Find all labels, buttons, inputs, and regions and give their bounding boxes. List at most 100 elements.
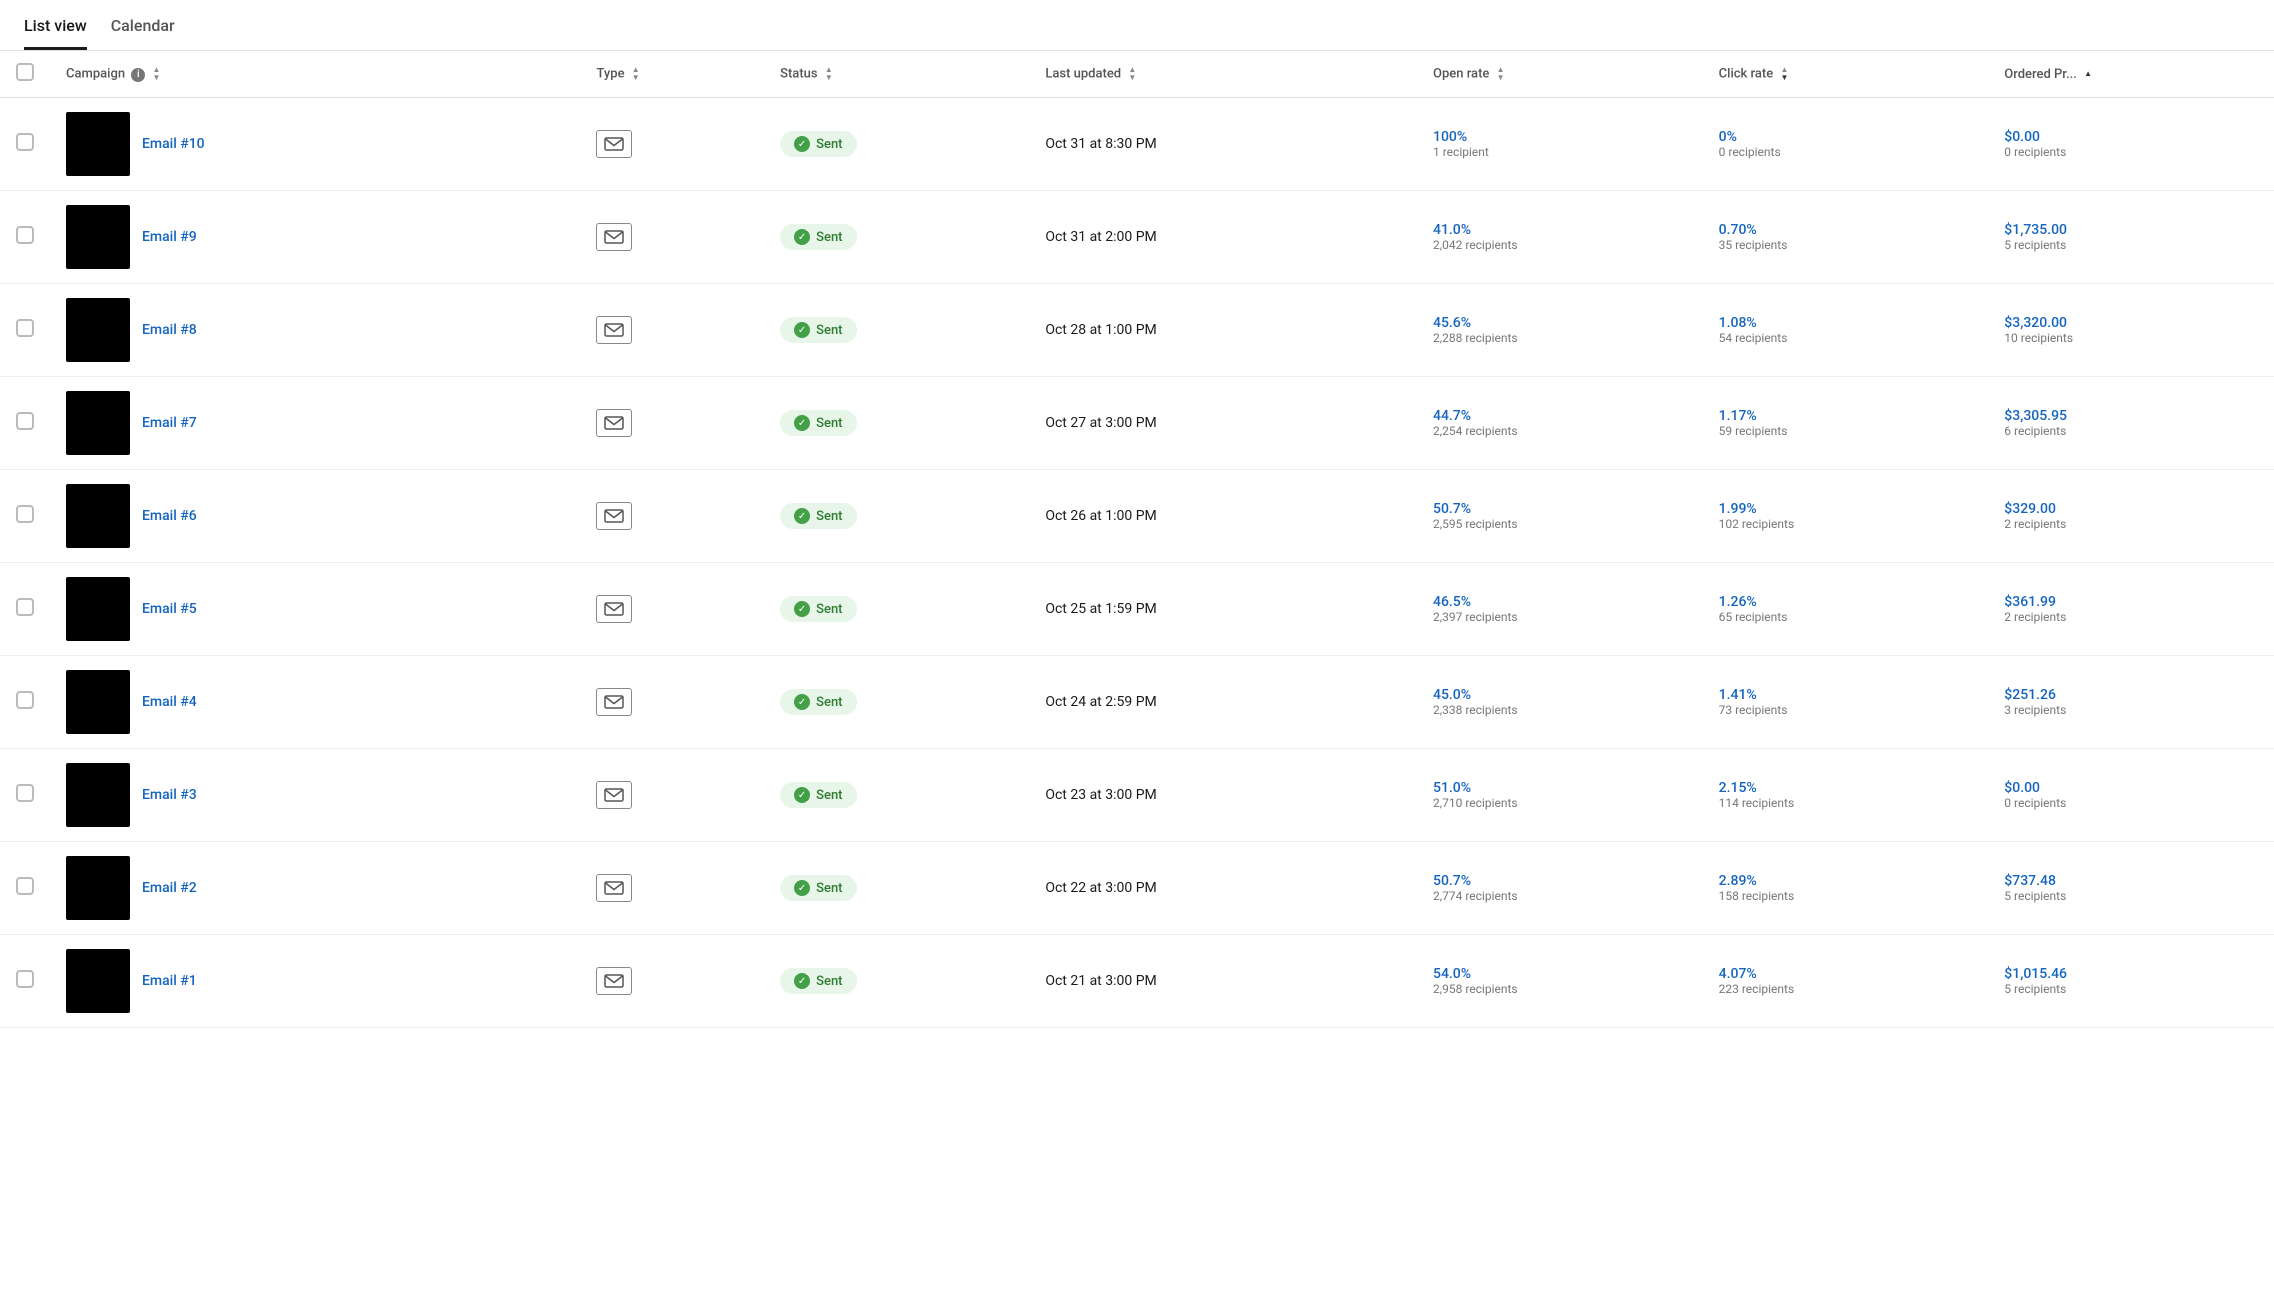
last-updated-cell-7: Oct 23 at 3:00 PM [1029,749,1417,842]
row-checkbox-5[interactable] [16,598,34,616]
campaign-info-icon[interactable]: i [131,68,145,82]
row-checkbox-7[interactable] [16,784,34,802]
click-rate-cell-8: 2.89% 158 recipients [1703,842,1989,935]
campaign-name-5[interactable]: Email #5 [142,601,197,617]
open-rate-sub-4: 2,595 recipients [1433,517,1687,531]
status-col-label: Status [780,66,817,81]
type-cell-1 [580,191,764,284]
campaign-cell-5: Email #5 [50,563,580,656]
campaign-col-header: Campaign i ▲▼ [50,51,580,98]
campaign-name-9[interactable]: Email #1 [142,973,197,989]
campaign-thumbnail-9 [66,949,130,1013]
campaign-name-2[interactable]: Email #8 [142,322,197,338]
tab-list-view[interactable]: List view [24,16,87,50]
last-updated-cell-1: Oct 31 at 2:00 PM [1029,191,1417,284]
campaigns-table-wrapper: Campaign i ▲▼ Type ▲▼ Status ▲▼ [0,51,2274,1028]
status-check-icon-6: ✓ [794,694,810,710]
campaign-cell-4: Email #6 [50,470,580,563]
select-all-header[interactable] [0,51,50,98]
last-updated-cell-8: Oct 22 at 3:00 PM [1029,842,1417,935]
ordered-value-5: $361.99 [2004,594,2258,610]
ordered-sub-7: 0 recipients [2004,796,2258,810]
row-checkbox-1[interactable] [16,226,34,244]
status-cell-5: ✓ Sent [764,563,1029,656]
table-row: Email #7 ✓ Sent Oct 27 at 3:00 PM 44.7% … [0,377,2274,470]
click-rate-cell-6: 1.41% 73 recipients [1703,656,1989,749]
row-checkbox-6[interactable] [16,691,34,709]
click-rate-pct-5: 1.26% [1719,594,1973,610]
row-checkbox-0[interactable] [16,133,34,151]
ordered-sub-1: 5 recipients [2004,238,2258,252]
ordered-pr-col-header: Ordered Pr... ▲ [1988,51,2274,98]
campaign-sort[interactable]: ▲▼ [153,66,161,82]
table-row: Email #5 ✓ Sent Oct 25 at 1:59 PM 46.5% … [0,563,2274,656]
click-rate-sub-5: 65 recipients [1719,610,1973,624]
campaign-thumbnail-4 [66,484,130,548]
status-check-icon-5: ✓ [794,601,810,617]
click-rate-cell-1: 0.70% 35 recipients [1703,191,1989,284]
select-all-checkbox[interactable] [16,63,34,81]
campaign-name-4[interactable]: Email #6 [142,508,197,524]
campaign-thumbnail-2 [66,298,130,362]
last-updated-col-label: Last updated [1045,66,1121,81]
ordered-pr-cell-3: $3,305.95 6 recipients [1988,377,2274,470]
table-row: Email #4 ✓ Sent Oct 24 at 2:59 PM 45.0% … [0,656,2274,749]
status-cell-0: ✓ Sent [764,98,1029,191]
ordered-pr-cell-1: $1,735.00 5 recipients [1988,191,2274,284]
campaign-name-3[interactable]: Email #7 [142,415,197,431]
status-label-5: Sent [816,602,842,617]
ordered-sub-3: 6 recipients [2004,424,2258,438]
ordered-sub-5: 2 recipients [2004,610,2258,624]
open-rate-sub-8: 2,774 recipients [1433,889,1687,903]
status-badge-7: ✓ Sent [780,782,856,808]
type-sort[interactable]: ▲▼ [632,66,640,82]
campaign-name-7[interactable]: Email #3 [142,787,197,803]
click-rate-cell-7: 2.15% 114 recipients [1703,749,1989,842]
campaign-cell-1: Email #9 [50,191,580,284]
open-rate-sub-7: 2,710 recipients [1433,796,1687,810]
open-rate-pct-4: 50.7% [1433,501,1687,517]
click-rate-pct-1: 0.70% [1719,222,1973,238]
email-type-icon-7 [596,781,632,809]
click-rate-cell-3: 1.17% 59 recipients [1703,377,1989,470]
campaign-name-0[interactable]: Email #10 [142,136,205,152]
status-check-icon-1: ✓ [794,229,810,245]
click-rate-pct-7: 2.15% [1719,780,1973,796]
last-updated-sort[interactable]: ▲▼ [1128,66,1136,82]
open-rate-sort[interactable]: ▲▼ [1497,66,1505,82]
status-check-icon-2: ✓ [794,322,810,338]
row-checkbox-8[interactable] [16,877,34,895]
ordered-sub-2: 10 recipients [2004,331,2258,345]
click-rate-sort[interactable]: ▲▼ [1780,66,1788,82]
status-check-icon-4: ✓ [794,508,810,524]
row-checkbox-3[interactable] [16,412,34,430]
ordered-value-8: $737.48 [2004,873,2258,889]
open-rate-cell-7: 51.0% 2,710 recipients [1417,749,1703,842]
click-rate-cell-0: 0% 0 recipients [1703,98,1989,191]
tab-calendar[interactable]: Calendar [111,16,175,50]
row-checkbox-2[interactable] [16,319,34,337]
status-label-9: Sent [816,974,842,989]
click-rate-pct-3: 1.17% [1719,408,1973,424]
status-check-icon-8: ✓ [794,880,810,896]
campaign-name-8[interactable]: Email #2 [142,880,197,896]
status-cell-2: ✓ Sent [764,284,1029,377]
row-checkbox-9[interactable] [16,970,34,988]
status-cell-3: ✓ Sent [764,377,1029,470]
ordered-pr-sort[interactable]: ▲ [2084,70,2092,78]
open-rate-cell-0: 100% 1 recipient [1417,98,1703,191]
last-updated-value-4: Oct 26 at 1:00 PM [1045,508,1156,524]
open-rate-pct-5: 46.5% [1433,594,1687,610]
status-label-8: Sent [816,881,842,896]
status-check-icon-0: ✓ [794,136,810,152]
click-rate-sub-3: 59 recipients [1719,424,1973,438]
status-badge-1: ✓ Sent [780,224,856,250]
campaign-name-1[interactable]: Email #9 [142,229,197,245]
status-sort[interactable]: ▲▼ [825,66,833,82]
last-updated-value-8: Oct 22 at 3:00 PM [1045,880,1156,896]
click-rate-pct-0: 0% [1719,129,1973,145]
table-row: Email #6 ✓ Sent Oct 26 at 1:00 PM 50.7% … [0,470,2274,563]
row-checkbox-4[interactable] [16,505,34,523]
campaign-cell-0: Email #10 [50,98,580,191]
campaign-name-6[interactable]: Email #4 [142,694,197,710]
